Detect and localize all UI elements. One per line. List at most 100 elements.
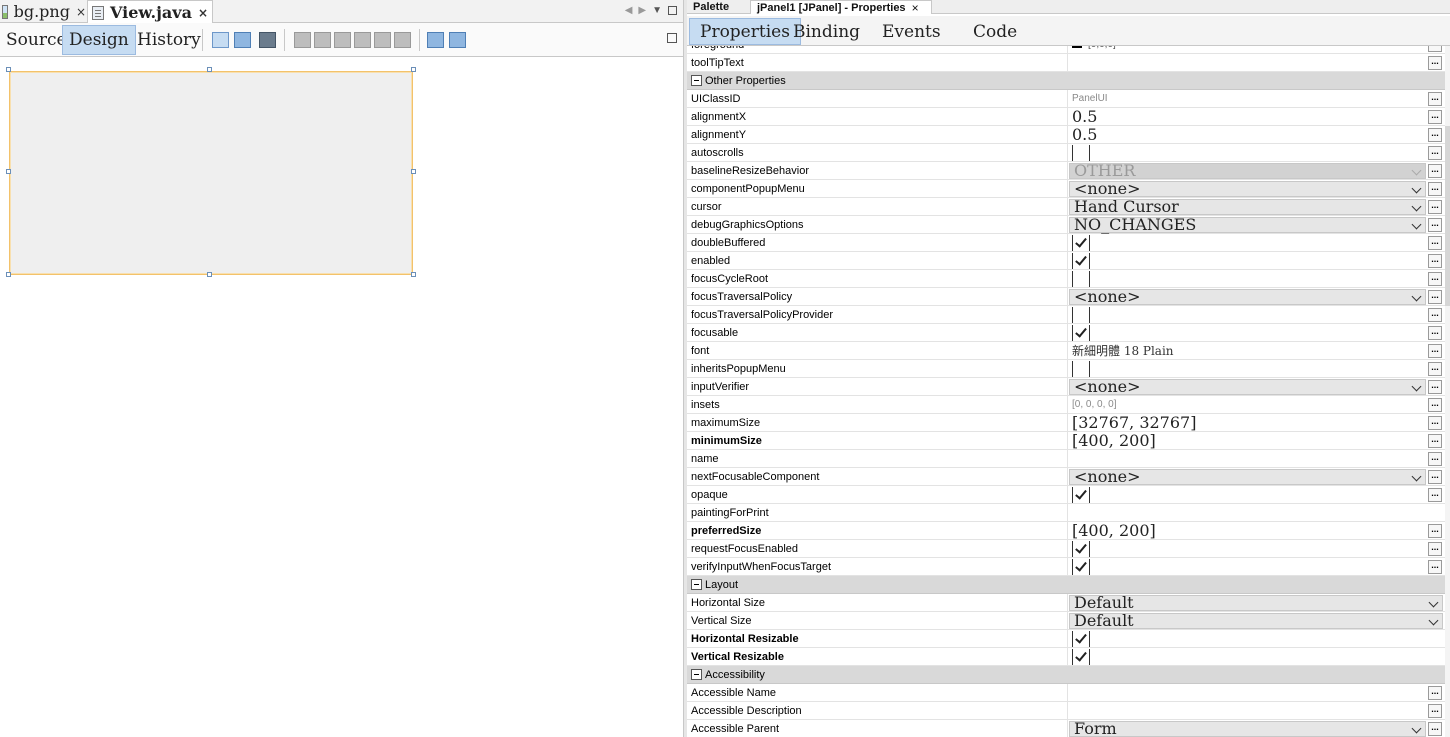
property-value-cell[interactable]: ... [1067,360,1443,378]
property-checkbox[interactable] [1072,631,1090,647]
property-row-preferredsize[interactable]: preferredSize [400, 200]... [687,522,1445,540]
tab-view-java[interactable]: View.java × [87,0,213,24]
property-row-focusable[interactable]: focusable... [687,324,1445,342]
property-row-focuscycleroot[interactable]: focusCycleRoot... [687,270,1445,288]
align-bottom-icon[interactable] [374,32,391,48]
property-row-vertical-resizable[interactable]: Vertical Resizable [687,648,1445,666]
custom-editor-button[interactable]: ... [1428,92,1442,106]
property-sheet[interactable]: foreground [0,0,0] ... toolTipText... Oth… [687,46,1450,737]
property-value-cell[interactable]: [400, 200]... [1067,522,1443,540]
resize-handle[interactable] [6,169,11,174]
custom-editor-button[interactable]: ... [1428,398,1442,412]
property-value-cell[interactable]: ... [1067,144,1443,162]
jpanel1-component[interactable] [9,71,413,275]
close-tab-icon[interactable]: × [912,1,919,15]
property-checkbox[interactable] [1072,145,1090,161]
property-row-opaque[interactable]: opaque... [687,486,1445,504]
property-dropdown[interactable]: Form [1069,720,1426,737]
tab-palette[interactable]: Palette [687,0,749,14]
property-row-enabled[interactable]: enabled... [687,252,1445,270]
property-dropdown[interactable]: Hand Cursor [1069,198,1426,216]
custom-editor-button[interactable]: ... [1428,434,1442,448]
property-value-cell[interactable]: Form... [1067,720,1443,737]
tab-binding[interactable]: Binding [783,18,870,45]
preview-design-icon[interactable] [259,32,276,48]
property-dropdown[interactable]: NO_CHANGES [1069,216,1426,234]
custom-editor-button[interactable]: ... [1428,722,1442,736]
property-value-cell[interactable]: <none>... [1067,378,1443,396]
property-row-componentpopupmenu[interactable]: componentPopupMenu <none>... [687,180,1445,198]
custom-editor-button[interactable]: ... [1428,542,1442,556]
property-row-alignmenty[interactable]: alignmentY 0.5... [687,126,1445,144]
property-checkbox[interactable] [1072,325,1090,341]
property-value-cell[interactable] [1067,504,1443,522]
property-checkbox[interactable] [1072,487,1090,503]
tab-properties-window[interactable]: jPanel1 [JPanel] - Properties × [750,0,932,15]
close-tab-icon[interactable]: × [198,6,208,20]
property-value-cell[interactable]: ... [1067,702,1443,720]
custom-editor-button[interactable]: ... [1428,344,1442,358]
resize-handle[interactable] [411,67,416,72]
property-row-inheritspopupmenu[interactable]: inheritsPopupMenu... [687,360,1445,378]
custom-editor-button[interactable]: ... [1428,128,1442,142]
close-tab-icon[interactable]: × [76,5,86,19]
property-value-cell[interactable] [1067,630,1443,648]
property-row-uiclassid[interactable]: UIClassID PanelUI... [687,90,1445,108]
align-top-icon[interactable] [354,32,371,48]
property-row-focustraversalpolicy[interactable]: focusTraversalPolicy <none>... [687,288,1445,306]
resize-handle[interactable] [411,272,416,277]
property-value-cell[interactable]: PanelUI... [1067,90,1443,108]
property-row-accessible-parent[interactable]: Accessible Parent Form... [687,720,1445,737]
property-row-cursor[interactable]: cursor Hand Cursor... [687,198,1445,216]
property-value-cell[interactable]: ... [1067,558,1443,576]
property-row-autoscrolls[interactable]: autoscrolls... [687,144,1445,162]
property-value-cell[interactable]: 0.5... [1067,126,1443,144]
property-row-baselineresizebehavior[interactable]: baselineResizeBehavior OTHER... [687,162,1445,180]
property-row-name[interactable]: name... [687,450,1445,468]
property-value-cell[interactable]: <none>... [1067,180,1443,198]
show-opened-documents-icon[interactable]: ▼ [652,5,662,16]
change-vertical-resizability-icon[interactable] [449,32,466,48]
property-value-cell[interactable] [1067,648,1443,666]
property-value-cell[interactable]: ... [1067,540,1443,558]
property-row-accessible-name[interactable]: Accessible Name... [687,684,1445,702]
resize-handle[interactable] [411,169,416,174]
property-value-cell[interactable]: ... [1067,324,1443,342]
property-dropdown[interactable]: Default [1069,594,1443,612]
property-value-cell[interactable]: [400, 200]... [1067,432,1443,450]
scrollbar-thumb[interactable] [1445,126,1450,306]
custom-editor-button[interactable]: ... [1428,146,1442,160]
custom-editor-button[interactable]: ... [1428,560,1442,574]
property-value-cell[interactable]: 新細明體 18 Plain... [1067,342,1443,360]
property-row-horizontal-size[interactable]: Horizontal Size Default [687,594,1445,612]
custom-editor-button[interactable]: ... [1428,704,1442,718]
custom-editor-button[interactable]: ... [1428,326,1442,340]
property-value-cell[interactable]: Default [1067,612,1443,630]
property-value-cell[interactable]: ... [1067,252,1443,270]
custom-editor-button[interactable]: ... [1428,218,1442,232]
property-checkbox[interactable] [1072,541,1090,557]
property-checkbox[interactable] [1072,559,1090,575]
category-accessibility[interactable]: Accessibility [687,666,1445,684]
property-checkbox[interactable] [1072,235,1090,251]
resize-handle[interactable] [6,272,11,277]
custom-editor-button[interactable]: ... [1428,236,1442,250]
resize-handle[interactable] [207,272,212,277]
property-checkbox[interactable] [1072,307,1090,323]
resize-handle[interactable] [207,67,212,72]
category-other-properties[interactable]: Other Properties [687,72,1445,90]
custom-editor-button[interactable]: ... [1428,452,1442,466]
collapse-icon[interactable] [691,579,702,590]
property-row-nextfocusablecomponent[interactable]: nextFocusableComponent <none>... [687,468,1445,486]
property-checkbox[interactable] [1072,271,1090,287]
property-row-vertical-size[interactable]: Vertical Size Default [687,612,1445,630]
property-value-cell[interactable]: <none>... [1067,468,1443,486]
property-value-cell[interactable]: Hand Cursor... [1067,198,1443,216]
maximize-window-icon[interactable] [668,5,677,15]
tab-code[interactable]: Code [963,18,1027,45]
center-horizontal-icon[interactable] [334,32,351,48]
property-value-cell[interactable]: [32767, 32767]... [1067,414,1443,432]
vertical-scrollbar[interactable] [1445,46,1450,737]
custom-editor-button[interactable]: ... [1428,362,1442,376]
property-row-verifyinputwhenfocustarget[interactable]: verifyInputWhenFocusTarget... [687,558,1445,576]
